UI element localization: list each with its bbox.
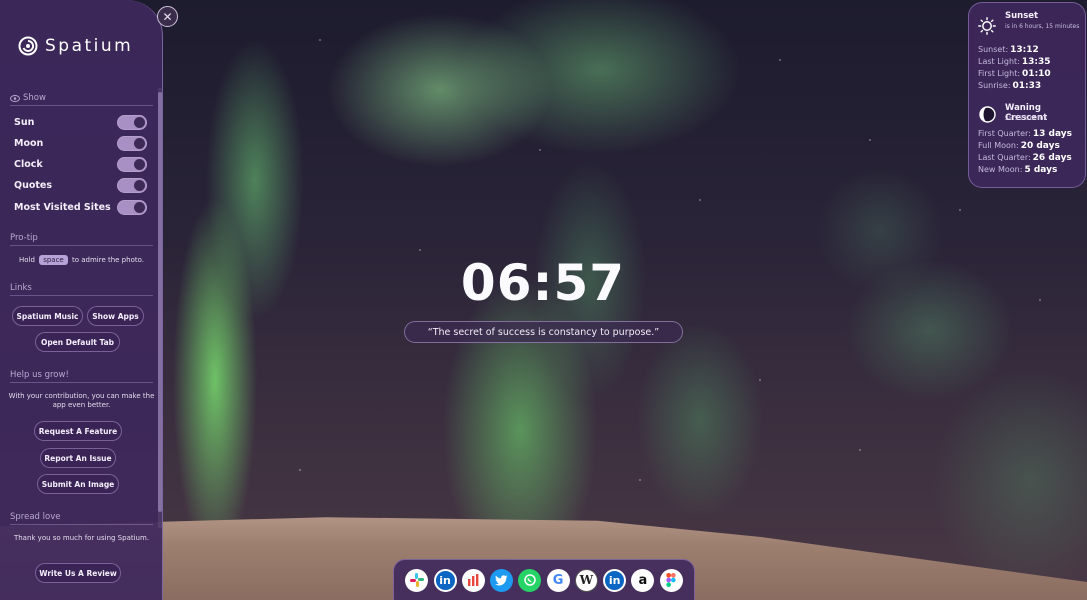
quote-pill: “The secret of success is constancy to p…	[404, 321, 683, 343]
toggle-label: Moon	[14, 138, 44, 149]
show-apps-button[interactable]: Show Apps	[87, 306, 144, 326]
report-issue-button[interactable]: Report An Issue	[40, 448, 116, 468]
submit-image-button[interactable]: Submit An Image	[37, 474, 119, 494]
toggle-row-clock: Clock	[14, 157, 147, 172]
app-logo: Spatium	[18, 36, 133, 56]
sidebar-scrollbar-thumb[interactable]	[158, 92, 162, 512]
most-visited-dock: in G W in a	[393, 559, 695, 600]
protip-text: Hold space to admire the photo.	[19, 255, 144, 265]
toggle-label: Most Visited Sites	[14, 202, 111, 213]
sun-row: First Light: 01:10	[978, 69, 1051, 79]
section-show-title: Show	[10, 93, 153, 106]
figma-icon[interactable]	[659, 568, 683, 592]
clock-display: 06:57	[460, 254, 626, 312]
most-visited-toggle[interactable]	[117, 200, 147, 215]
close-sidebar-button[interactable]: ✕	[157, 6, 178, 27]
moon-row: Full Moon: 20 days	[978, 141, 1060, 151]
linkedin-icon[interactable]: in	[603, 568, 627, 592]
twitter-icon[interactable]	[490, 568, 514, 592]
toggle-row-moon: Moon	[14, 136, 147, 151]
moon-illumination: 25.95% of full	[1005, 115, 1047, 122]
sun-row: Sunset: 13:12	[978, 45, 1039, 55]
spatium-music-button[interactable]: Spatium Music	[12, 306, 83, 326]
sun-moon-widget: Sunset is in 6 hours, 15 minutes Sunset:…	[968, 2, 1086, 188]
clock-toggle[interactable]	[117, 157, 147, 172]
wikipedia-icon[interactable]: W	[574, 568, 598, 592]
section-grow-title: Help us grow!	[10, 370, 153, 383]
toggle-row-quotes: Quotes	[14, 178, 147, 193]
toggle-label: Quotes	[14, 180, 53, 191]
love-description: Thank you so much for using Spatium.	[13, 534, 150, 542]
toggle-label: Clock	[14, 159, 43, 170]
moon-phase-icon	[979, 106, 996, 123]
space-key-badge: space	[39, 255, 68, 265]
settings-sidebar: Spatium Show Sun Moon Clock Quotes Most …	[0, 0, 163, 600]
sun-row: Sunrise: 01:33	[978, 81, 1042, 91]
section-love-title: Spread love	[10, 512, 153, 525]
section-links-title: Links	[10, 283, 153, 296]
close-icon: ✕	[162, 9, 173, 24]
request-feature-button[interactable]: Request A Feature	[34, 421, 122, 441]
linkedin-icon[interactable]: in	[433, 568, 457, 592]
sun-event-title: Sunset	[1005, 11, 1039, 21]
sun-toggle[interactable]	[117, 115, 147, 130]
sun-icon	[978, 17, 996, 35]
slack-icon[interactable]	[405, 568, 429, 592]
grow-description: With your contribution, you can make the…	[8, 392, 155, 410]
whatsapp-icon[interactable]	[518, 568, 542, 592]
write-review-button[interactable]: Write Us A Review	[35, 563, 121, 583]
toggle-row-most-visited: Most Visited Sites	[14, 200, 147, 215]
moon-row: New Moon: 5 days	[978, 165, 1058, 175]
moon-row: Last Quarter: 26 days	[978, 153, 1072, 163]
moon-toggle[interactable]	[117, 136, 147, 151]
quotes-toggle[interactable]	[117, 178, 147, 193]
eye-icon	[10, 94, 20, 102]
google-icon[interactable]: G	[546, 568, 570, 592]
spiral-logo-icon	[18, 36, 38, 56]
app-name: Spatium	[45, 36, 134, 56]
toggle-row-sun: Sun	[14, 115, 147, 130]
open-default-tab-button[interactable]: Open Default Tab	[35, 332, 120, 352]
sun-event-countdown: is in 6 hours, 15 minutes	[1005, 23, 1080, 30]
analytics-icon[interactable]	[461, 568, 485, 592]
moon-row: First Quarter: 13 days	[978, 129, 1072, 139]
section-protip-title: Pro-tip	[10, 233, 153, 246]
sun-row: Last Light: 13:35	[978, 57, 1051, 67]
amazon-icon[interactable]: a	[631, 568, 655, 592]
toggle-label: Sun	[14, 117, 35, 128]
